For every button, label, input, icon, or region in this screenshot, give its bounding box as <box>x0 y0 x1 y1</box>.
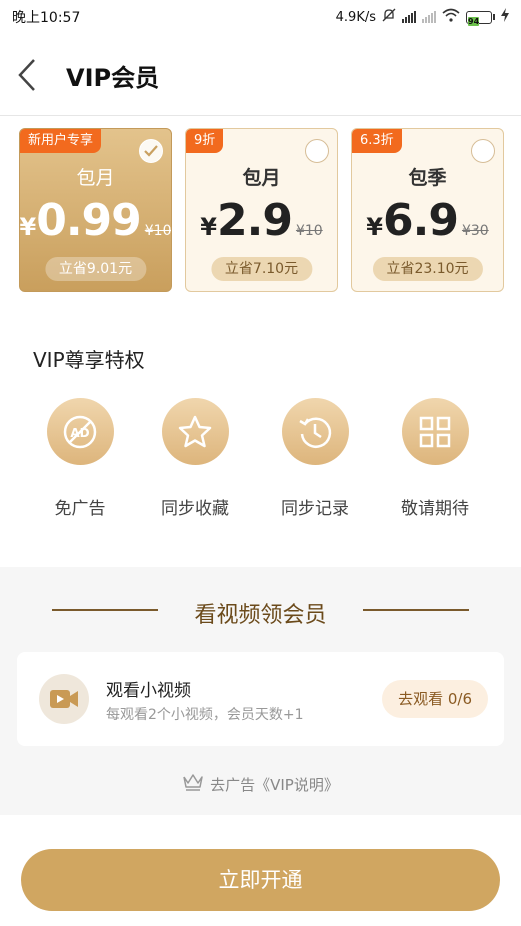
privilege-label: 同步记录 <box>281 499 349 519</box>
price-amount: 2.9 <box>217 195 293 246</box>
video-section-title: 看视频领会员 <box>194 603 327 628</box>
star-icon <box>161 398 229 465</box>
privilege-item-coming-soon[interactable]: 敬请期待 <box>380 398 490 519</box>
plan-list: 新用户专享 包月 ¥ 0.99 ¥10 立省9.01元 9折 包月 ¥ 2.9 … <box>19 128 509 294</box>
privilege-item-favorites[interactable]: 同步收藏 <box>140 398 250 519</box>
plan-checkbox[interactable] <box>305 139 329 163</box>
header: VIP会员 <box>0 34 521 116</box>
network-speed: 4.9K/s <box>335 9 376 25</box>
status-bar: 晚上10:57 4.9K/s 94 <box>0 0 521 34</box>
original-price: ¥10 <box>144 223 172 239</box>
original-price: ¥10 <box>295 223 323 239</box>
vip-description-link[interactable]: 去广告《VIP说明》 <box>0 773 521 795</box>
no-ad-icon: AD <box>46 398 114 465</box>
plan-price: ¥ 6.9 ¥30 <box>352 195 503 246</box>
video-camera-icon <box>39 674 89 724</box>
savings-badge: 立省23.10元 <box>372 257 483 281</box>
status-indicators: 4.9K/s 94 <box>336 8 509 26</box>
video-task-desc: 每观看2个小视频，会员天数+1 <box>106 707 304 723</box>
mute-icon <box>382 8 396 26</box>
signal-icon <box>402 11 416 23</box>
privilege-item-history[interactable]: 同步记录 <box>260 398 370 519</box>
currency-symbol: ¥ <box>366 213 383 241</box>
subscribe-button[interactable]: 立即开通 <box>21 849 500 911</box>
history-icon <box>281 398 349 465</box>
charging-icon <box>501 8 509 26</box>
chevron-left-icon <box>18 59 35 91</box>
plan-tag: 9折 <box>186 129 224 153</box>
plan-name: 包月 <box>76 167 115 189</box>
vip-description-text: 去广告《VIP说明》 <box>210 775 339 794</box>
plan-price: ¥ 0.99 ¥10 <box>20 195 171 246</box>
check-icon <box>144 145 158 157</box>
plan-card-monthly-new[interactable]: 新用户专享 包月 ¥ 0.99 ¥10 立省9.01元 <box>19 128 172 292</box>
video-section: 看视频领会员 观看小视频 每观看2个小视频，会员天数+1 去观看 0/6 去广告… <box>0 567 521 815</box>
privileges-title: VIP尊享特权 <box>33 348 145 372</box>
plan-name: 包季 <box>408 167 447 189</box>
privilege-label: 同步收藏 <box>161 499 229 519</box>
video-task-card: 观看小视频 每观看2个小视频，会员天数+1 去观看 0/6 <box>17 652 504 746</box>
wifi-icon <box>442 8 460 26</box>
page-title: VIP会员 <box>66 64 160 92</box>
currency-symbol: ¥ <box>19 213 37 241</box>
privileges-section: VIP尊享特权 AD 免广告 同步收藏 同步记录 敬请期待 <box>0 322 521 566</box>
original-price: ¥30 <box>461 223 489 239</box>
plan-checkbox[interactable] <box>139 139 163 163</box>
privilege-label: 敬请期待 <box>401 499 469 519</box>
watch-video-button[interactable]: 去观看 0/6 <box>382 680 488 718</box>
plan-card-quarterly[interactable]: 6.3折 包季 ¥ 6.9 ¥30 立省23.10元 <box>351 128 504 292</box>
price-amount: 0.99 <box>36 195 142 246</box>
price-amount: 6.9 <box>383 195 459 246</box>
savings-badge: 立省9.01元 <box>44 257 147 281</box>
signal-2-icon <box>422 11 436 23</box>
currency-symbol: ¥ <box>200 213 217 241</box>
plan-card-monthly[interactable]: 9折 包月 ¥ 2.9 ¥10 立省7.10元 <box>185 128 338 292</box>
plan-name: 包月 <box>242 167 281 189</box>
status-time: 晚上10:57 <box>12 10 81 26</box>
video-task-title: 观看小视频 <box>106 681 191 701</box>
privilege-label: 免广告 <box>54 499 106 519</box>
bottom-bar: 立即开通 <box>0 815 521 926</box>
battery-level: 94 <box>468 16 480 26</box>
savings-badge: 立省7.10元 <box>210 257 313 281</box>
back-button[interactable] <box>14 56 44 94</box>
battery-icon: 94 <box>466 10 495 26</box>
plan-tag: 6.3折 <box>352 129 402 153</box>
plan-tag: 新用户专享 <box>20 129 102 153</box>
crown-icon <box>182 773 204 795</box>
plan-price: ¥ 2.9 ¥10 <box>186 195 337 246</box>
plan-checkbox[interactable] <box>471 139 495 163</box>
privilege-item-no-ad[interactable]: AD 免广告 <box>25 398 135 519</box>
grid-icon <box>401 398 469 465</box>
